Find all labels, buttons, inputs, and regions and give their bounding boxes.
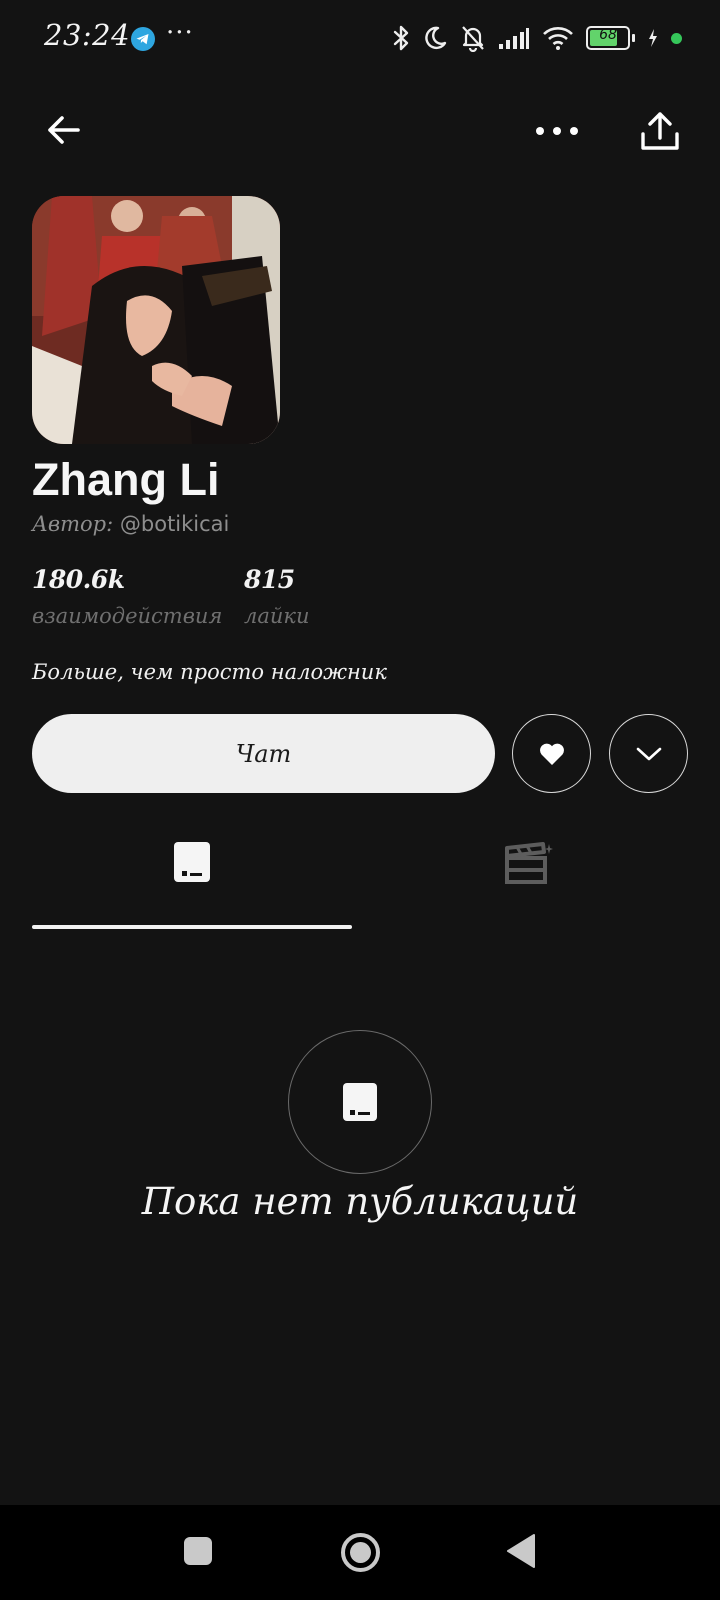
telegram-icon <box>131 27 155 51</box>
wifi-icon <box>543 27 573 50</box>
bell-off-icon <box>462 26 484 52</box>
stat-likes-value: 815 <box>244 565 295 594</box>
heart-icon <box>539 743 564 765</box>
stat-interactions-value: 180.6k <box>32 565 125 594</box>
chat-button[interactable]: Чат <box>32 714 495 793</box>
empty-state-icon-circle <box>288 1030 432 1174</box>
chevron-down-icon <box>636 747 661 760</box>
share-icon <box>641 112 679 150</box>
tab-posts[interactable] <box>32 840 352 930</box>
triangle-back-icon[interactable] <box>506 1533 536 1569</box>
profile-name: Zhang Li <box>32 454 220 505</box>
arrow-left-icon <box>48 116 80 144</box>
stat-likes-label: лайки <box>244 604 310 628</box>
avatar <box>32 196 280 444</box>
status-icons: 68 <box>392 22 682 54</box>
more-button[interactable] <box>534 118 580 144</box>
profile-description: Больше, чем просто наложник <box>32 660 387 684</box>
empty-state-text: Пока нет публикаций <box>141 1180 579 1223</box>
battery-tip <box>632 34 635 42</box>
active-tab-indicator <box>32 925 352 929</box>
bluetooth-icon <box>393 25 409 51</box>
tab-scenes[interactable] <box>368 840 688 930</box>
signal-icon <box>499 28 529 49</box>
like-button[interactable] <box>512 714 591 793</box>
author-line: Автор: @botikicai <box>32 512 229 536</box>
home-inner-dot <box>350 1542 371 1563</box>
status-time: 23:24 <box>44 18 131 52</box>
more-horizontal-icon <box>536 127 578 135</box>
posts-icon <box>174 842 210 882</box>
dot-indicator <box>671 32 682 44</box>
charging-icon <box>649 29 657 47</box>
moon-icon <box>425 26 447 50</box>
expand-button[interactable] <box>609 714 688 793</box>
square-icon[interactable] <box>184 1537 212 1565</box>
share-button[interactable] <box>638 110 682 154</box>
posts-icon <box>343 1083 377 1121</box>
clapperboard-icon <box>505 842 553 884</box>
author-label: Автор: <box>32 512 114 536</box>
status-more-dots: ··· <box>166 18 194 48</box>
battery-level: 68 <box>599 27 617 43</box>
circle-home-icon[interactable] <box>341 1533 380 1572</box>
stat-interactions-label: взаимодействия <box>32 604 223 628</box>
battery-icon: 68 <box>586 26 630 50</box>
back-button[interactable] <box>44 110 84 150</box>
author-handle[interactable]: @botikicai <box>120 512 230 536</box>
